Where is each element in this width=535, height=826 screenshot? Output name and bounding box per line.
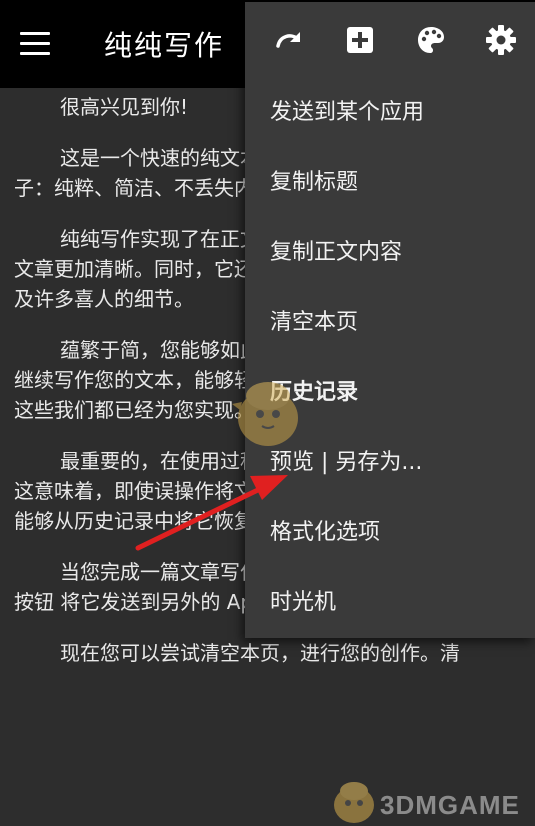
- paragraph: 现在您可以尝试清空本页，进行您的创作。清: [60, 641, 460, 665]
- menu-item-clear-page[interactable]: 清空本页: [245, 288, 535, 358]
- overflow-menu: 发送到某个应用 复制标题 复制正文内容 清空本页 历史记录 预览 | 另存为..…: [245, 2, 535, 638]
- app-title: 纯纯写作: [104, 29, 225, 62]
- gear-icon[interactable]: [485, 24, 517, 56]
- menu-toolbar: [245, 2, 535, 80]
- add-box-icon[interactable]: [344, 24, 376, 56]
- redo-icon[interactable]: [273, 24, 305, 56]
- menu-icon[interactable]: [20, 32, 50, 56]
- palette-icon[interactable]: [415, 24, 447, 56]
- watermark-text: 3DMGAME: [380, 790, 520, 820]
- menu-item-format-options[interactable]: 格式化选项: [245, 498, 535, 568]
- menu-item-copy-title[interactable]: 复制标题: [245, 148, 535, 218]
- menu-item-time-machine[interactable]: 时光机: [245, 568, 535, 638]
- watermark-logo-icon: [334, 782, 374, 823]
- watermark-mascot-icon: [232, 382, 298, 446]
- menu-item-send-to-app[interactable]: 发送到某个应用: [245, 78, 535, 148]
- menu-item-copy-body[interactable]: 复制正文内容: [245, 218, 535, 288]
